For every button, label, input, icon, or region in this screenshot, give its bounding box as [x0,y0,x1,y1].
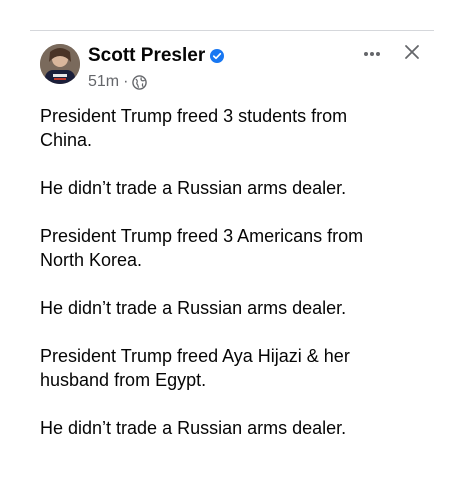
meta-separator: · [123,73,129,90]
post-timestamp[interactable]: 51m [88,72,119,92]
avatar-image [40,44,80,84]
more-horizontal-icon [364,52,380,56]
post-paragraph: President Trump freed Aya Hijazi & her h… [40,346,350,390]
post-paragraph: He didn’t trade a Russian arms dealer. [40,418,347,438]
post-body: President Trump freed 3 students from Ch… [40,104,430,464]
verified-badge-icon [210,49,225,63]
globe-icon[interactable] [132,74,148,90]
post-paragraph: President Trump freed 3 Americans from N… [40,226,364,270]
post-meta: 51m · [88,72,148,92]
close-icon [405,45,419,59]
more-options-button[interactable] [360,42,384,66]
post-paragraph: He didn’t trade a Russian arms dealer. [40,298,347,318]
post-card: Scott Presler 51m · President Trump free… [0,0,462,500]
post-paragraph: He didn’t trade a Russian arms dealer. [40,178,347,198]
author-row: Scott Presler [88,44,225,68]
author-name[interactable]: Scott Presler [88,44,205,68]
close-button[interactable] [400,40,424,64]
post-paragraph: President Trump freed 3 students from Ch… [40,106,348,150]
avatar[interactable] [40,44,80,84]
